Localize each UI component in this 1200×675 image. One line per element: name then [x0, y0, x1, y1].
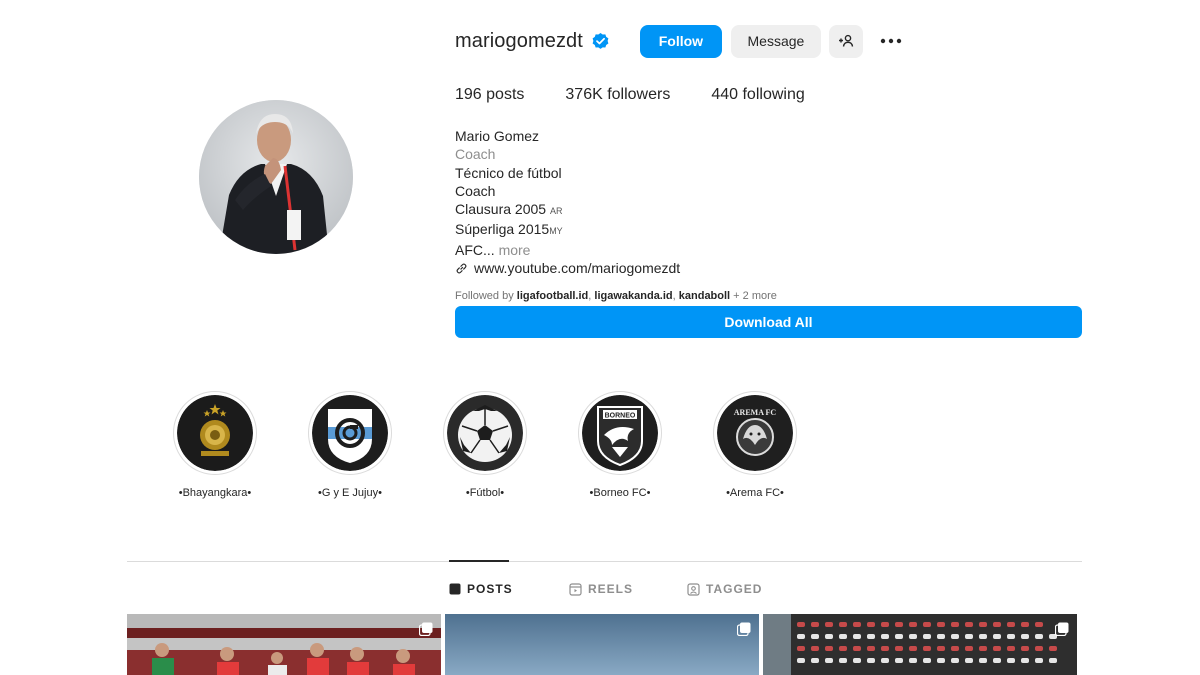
story-highlights: •Bhayangkara• •G y E Jujuy• •Fútbol• BOR…: [0, 391, 1200, 511]
highlight-cover: [173, 391, 257, 475]
tabs-divider: [127, 561, 1082, 562]
highlight-item[interactable]: AREMA FC •Arema FC•: [705, 391, 805, 499]
followed-by[interactable]: Followed by ligafootball.id, ligawakanda…: [455, 290, 777, 302]
tab-posts[interactable]: POSTS: [449, 582, 513, 596]
bio-link-text[interactable]: www.youtube.com/mariogomezdt: [474, 259, 680, 277]
follow-button[interactable]: Follow: [639, 24, 722, 58]
tagged-icon: [687, 582, 700, 596]
tab-tagged[interactable]: TAGGED: [687, 582, 762, 596]
multiple-posts-icon: [419, 622, 433, 636]
arema-fc-crest-icon: AREMA FC: [717, 395, 793, 471]
post-image: [127, 614, 441, 675]
post-thumbnail[interactable]: [763, 614, 1077, 675]
post-image: [763, 614, 1077, 675]
bio-line-clausura: Clausura 2005 AR: [455, 200, 680, 220]
profile-header: mariogomezdt Follow Message 196 posts 37…: [455, 24, 1085, 302]
profile-bio: Mario Gomez Coach Técnico de fútbol Coac…: [455, 127, 680, 277]
profile-top-row: mariogomezdt Follow Message: [455, 24, 1085, 58]
highlight-label: •G y E Jujuy•: [318, 487, 382, 499]
soccer-ball-icon: [447, 395, 523, 471]
add-user-icon: [838, 34, 854, 47]
username: mariogomezdt: [455, 29, 583, 52]
highlight-item[interactable]: BORNEO •Borneo FC•: [570, 391, 670, 499]
highlight-cover: [308, 391, 392, 475]
profile-stats: 196 posts 376K followers 440 following: [455, 86, 846, 104]
active-tab-indicator: [449, 560, 509, 562]
suggested-users-button[interactable]: [828, 24, 863, 58]
borneo-fc-crest-icon: BORNEO: [582, 395, 658, 471]
highlight-item[interactable]: •G y E Jujuy•: [300, 391, 400, 499]
borneo-crest-text: BORNEO: [605, 413, 636, 420]
verified-badge-icon: [591, 32, 610, 51]
followed-by-account[interactable]: kandaboll: [679, 290, 730, 302]
tab-label: TAGGED: [706, 582, 763, 596]
multiple-posts-icon: [1055, 622, 1069, 636]
truncated-text: AFC...: [455, 241, 495, 258]
highlight-item[interactable]: •Fútbol•: [435, 391, 535, 499]
followed-by-more: + 2 more: [733, 290, 777, 302]
more-link[interactable]: more: [499, 242, 531, 258]
superliga-text: Súperliga 2015: [455, 221, 550, 238]
download-all-button[interactable]: Download All: [455, 306, 1082, 338]
highlight-cover: [443, 391, 527, 475]
more-options-icon[interactable]: [877, 25, 905, 58]
tab-reels[interactable]: REELS: [569, 582, 633, 596]
bio-line-superliga: Súperliga 2015MY: [455, 220, 680, 240]
bio-link[interactable]: www.youtube.com/mariogomezdt: [455, 259, 680, 277]
highlight-cover: BORNEO: [578, 391, 662, 475]
bio-line-truncated: AFC... more: [455, 241, 680, 259]
multiple-posts-icon: [737, 622, 751, 636]
tab-label: POSTS: [467, 582, 513, 596]
highlight-label: •Arema FC•: [726, 487, 784, 499]
post-thumbnail[interactable]: [127, 614, 441, 675]
profile-avatar[interactable]: [199, 100, 353, 254]
highlight-label: •Bhayangkara•: [178, 487, 252, 499]
tab-label: REELS: [588, 582, 634, 596]
clausura-text: Clausura 2005: [455, 201, 547, 218]
profile-tabs: POSTS REELS TAGGED: [0, 582, 1200, 598]
category-label: Coach: [455, 146, 496, 163]
bhayangkara-logo-icon: [177, 395, 253, 471]
highlight-label: •Fútbol•: [465, 487, 505, 499]
highlight-cover: AREMA FC: [713, 391, 797, 475]
followers-count[interactable]: 376K followers: [565, 86, 670, 104]
avatar-photo: [199, 100, 353, 254]
followed-by-account[interactable]: ligawakanda.id: [594, 290, 672, 302]
followed-by-account[interactable]: ligafootball.id: [517, 290, 589, 302]
grid-icon: [449, 583, 461, 595]
reels-icon: [569, 582, 582, 596]
followed-by-prefix: Followed by: [455, 290, 514, 302]
bio-line: Coach: [455, 182, 496, 199]
highlight-item[interactable]: •Bhayangkara•: [165, 391, 265, 499]
bio-line: Técnico de fútbol: [455, 164, 562, 181]
following-count[interactable]: 440 following: [711, 86, 804, 104]
message-button[interactable]: Message: [730, 24, 821, 58]
link-icon: [456, 263, 467, 274]
arema-crest-text: AREMA FC: [734, 408, 777, 417]
highlight-label: •Borneo FC•: [589, 487, 651, 499]
clausura-flag: AR: [549, 206, 563, 217]
full-name: Mario Gomez: [455, 128, 540, 144]
superliga-flag: MY: [549, 226, 563, 237]
gimnasia-jujuy-crest-icon: [312, 395, 388, 471]
posts-count: 196 posts: [455, 86, 525, 103]
post-thumbnail[interactable]: [445, 614, 759, 675]
post-image: [445, 614, 759, 675]
